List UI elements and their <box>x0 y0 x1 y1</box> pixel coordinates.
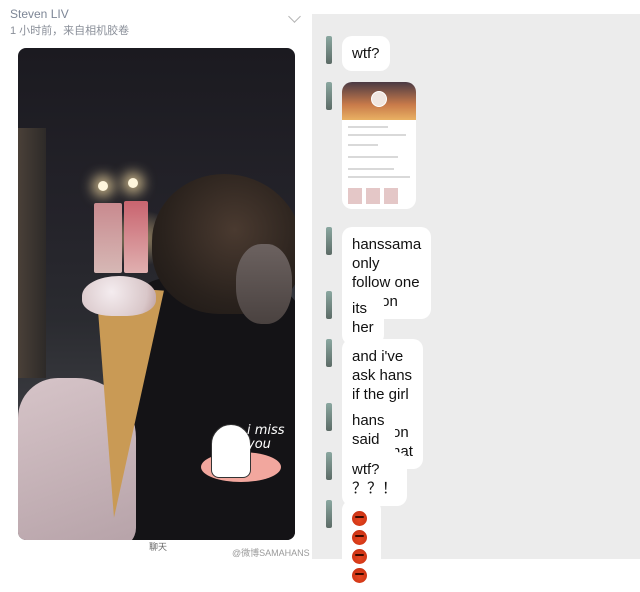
angry-face-emoji <box>352 567 367 583</box>
watermark: @微博SAMAHANS <box>232 548 310 558</box>
chevron-down-icon[interactable] <box>288 10 301 23</box>
text-line <box>348 126 388 128</box>
avatar[interactable] <box>326 339 332 367</box>
weibo-post-panel: Steven LIV 1 小时前，来自相机胶卷 i miss you 聊天 @微… <box>0 0 312 559</box>
i-miss-you-sticker: i miss you <box>201 420 291 492</box>
avatar[interactable] <box>326 36 332 64</box>
message-bubble[interactable]: wtf? <box>342 36 390 71</box>
text-line <box>348 134 406 136</box>
avatar[interactable] <box>326 500 332 528</box>
avatar[interactable] <box>326 82 332 110</box>
sticker-text: i miss you <box>247 423 285 452</box>
chat-panel: wtf? hanssama only follow one person its… <box>312 14 640 592</box>
building-shape <box>18 128 46 378</box>
avatar[interactable] <box>326 291 332 319</box>
street-light <box>98 181 108 191</box>
message-bubble[interactable]: wtf? ？？！ <box>342 452 407 506</box>
photo-thumbnail <box>366 188 380 204</box>
text-line <box>348 168 394 170</box>
avatar[interactable] <box>326 403 332 431</box>
message-bubble[interactable]: its her <box>342 291 384 345</box>
avatar[interactable] <box>326 452 332 480</box>
post-photo[interactable]: i miss you <box>18 48 295 540</box>
post-meta: 1 小时前，来自相机胶卷 <box>10 25 130 37</box>
text-line <box>348 144 378 146</box>
ice-cream-scoop <box>82 276 156 316</box>
profile-avatar <box>371 91 387 107</box>
ghost-icon <box>211 424 251 478</box>
avatar[interactable] <box>326 227 332 255</box>
banner-shape <box>124 201 148 273</box>
banner-shape <box>94 203 122 273</box>
person-face-shape <box>236 244 292 324</box>
image-message[interactable] <box>342 82 416 209</box>
photo-thumbnail <box>384 188 398 204</box>
post-author[interactable]: Steven LIV <box>10 7 69 21</box>
angry-face-emoji <box>352 548 367 564</box>
text-line <box>348 156 398 158</box>
angry-face-emoji <box>352 510 367 526</box>
text-line <box>348 176 410 178</box>
message-bubble[interactable] <box>342 500 381 592</box>
page-label: 聊天 <box>149 542 168 552</box>
angry-face-emoji <box>352 529 367 545</box>
street-light <box>128 178 138 188</box>
photo-thumbnail <box>348 188 362 204</box>
